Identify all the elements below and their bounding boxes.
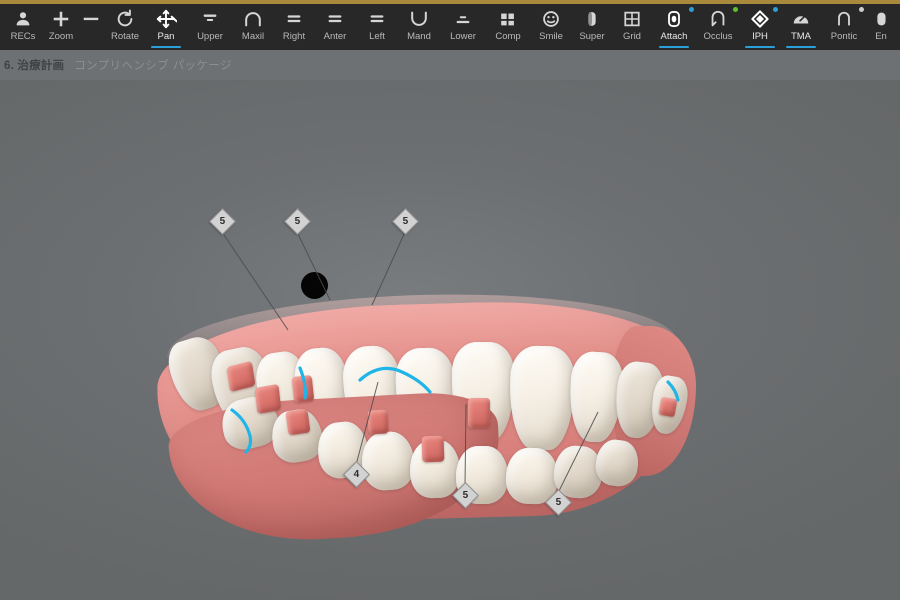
callout-leader-line xyxy=(221,231,289,331)
toolbar-item-label: Mand xyxy=(407,31,431,42)
person-icon xyxy=(10,8,36,30)
callout-leader-lines xyxy=(221,231,599,494)
toolbar-item-zoom[interactable]: Zoom xyxy=(46,4,76,50)
toolbar-item-label: Rotate xyxy=(111,31,139,42)
toolbar-item-lower[interactable]: Lower xyxy=(440,4,486,50)
toolbar-item-comp[interactable]: Comp xyxy=(486,4,530,50)
toolbar-item-label: Smile xyxy=(539,31,563,42)
toolbar-item-label: Maxil xyxy=(241,31,265,42)
anterior-view-icon xyxy=(322,8,348,30)
toolbar-item-label: Pan xyxy=(157,31,175,42)
rotate-icon xyxy=(112,8,138,30)
callout-marker-label: 4 xyxy=(353,468,360,480)
minus-icon xyxy=(78,8,104,30)
lower-arch-icon xyxy=(450,8,476,30)
left-view-icon xyxy=(364,8,390,30)
toolbar-item-label: Pontic xyxy=(830,31,858,42)
toolbar-item-badge xyxy=(773,7,778,12)
toolbar-active-underline xyxy=(745,46,775,48)
toolbar-item-right[interactable]: Right xyxy=(274,4,314,50)
toolbar-item-minus[interactable] xyxy=(76,4,106,50)
callout-marker-label: 5 xyxy=(555,496,562,508)
toolbar-item-label: RECs xyxy=(10,31,36,42)
main-toolbar: RECs Zoom Rotate Pan Upper Maxil Right Anter Lef… xyxy=(0,4,900,50)
toolbar-active-underline xyxy=(659,46,689,48)
callout-leader-line xyxy=(557,411,599,494)
dental-model-scene: 5 5 5 4 5 5 xyxy=(0,80,900,600)
pontic-icon xyxy=(831,8,857,30)
iph-diamond-icon xyxy=(747,8,773,30)
toolbar-item-pontic[interactable]: Pontic xyxy=(822,4,866,50)
compare-grid-icon xyxy=(495,8,521,30)
grid-icon xyxy=(619,8,645,30)
toolbar-item-label: Zoom xyxy=(48,31,74,42)
toolbar-item-label: Left xyxy=(369,31,385,42)
toolbar-item-super[interactable]: Super xyxy=(572,4,612,50)
pan-arrows-icon xyxy=(153,8,179,30)
toolbar-item-badge xyxy=(859,7,864,12)
callout-marker-label: 5 xyxy=(462,489,469,501)
toolbar-item-label: Comp xyxy=(495,31,521,42)
callout-leader-line xyxy=(464,403,467,487)
toolbar-item-badge xyxy=(733,7,738,12)
toolbar-item-badge xyxy=(689,7,694,12)
callout-leader-line xyxy=(296,231,331,301)
toolbar-item-label: Upper xyxy=(197,31,223,42)
toolbar-item-mand[interactable]: Mand xyxy=(398,4,440,50)
toolbar-item-label: Lower xyxy=(450,31,476,42)
toolbar-item-attach[interactable]: Attach xyxy=(652,4,696,50)
model-viewport-3d[interactable]: 5 5 5 4 5 5 xyxy=(0,80,900,600)
toolbar-item-anter[interactable]: Anter xyxy=(314,4,356,50)
callout-marker-label: 5 xyxy=(402,215,409,227)
toolbar-item-tma[interactable]: TMA xyxy=(780,4,822,50)
toolbar-item-grid[interactable]: Grid xyxy=(612,4,652,50)
smile-face-icon xyxy=(538,8,564,30)
occlusion-icon xyxy=(705,8,731,30)
attachment-icon xyxy=(661,8,687,30)
toolbar-item-iph[interactable]: IPH xyxy=(740,4,780,50)
engager-icon xyxy=(868,8,894,30)
callout-leader-line xyxy=(371,231,406,306)
callout-marker-label: 5 xyxy=(294,215,301,227)
application-window: RECs Zoom Rotate Pan Upper Maxil Right Anter Lef… xyxy=(0,0,900,600)
callout-marker-label: 5 xyxy=(219,215,226,227)
superimpose-icon xyxy=(579,8,605,30)
toolbar-item-label: En xyxy=(875,31,887,42)
right-view-icon xyxy=(281,8,307,30)
breadcrumb: 6. 治療計画 コンプリヘンシブ パッケージ xyxy=(0,50,900,80)
toolbar-item-label: IPH xyxy=(752,31,768,42)
toolbar-active-underline xyxy=(151,46,181,48)
toolbar-item-rotate[interactable]: Rotate xyxy=(106,4,144,50)
toolbar-item-maxil[interactable]: Maxil xyxy=(232,4,274,50)
toolbar-item-label: Right xyxy=(282,31,306,42)
toolbar-item-upper[interactable]: Upper xyxy=(188,4,232,50)
toolbar-item-pan[interactable]: Pan xyxy=(144,4,188,50)
tma-gauge-icon xyxy=(788,8,814,30)
toolbar-item-label: Anter xyxy=(323,31,347,42)
toolbar-active-underline xyxy=(786,46,816,48)
toolbar-item-label: Occlus xyxy=(703,31,733,42)
toolbar-item-label: TMA xyxy=(790,31,812,42)
toolbar-item-recs[interactable]: RECs xyxy=(0,4,46,50)
upper-arch-icon xyxy=(197,8,223,30)
breadcrumb-package: コンプリヘンシブ パッケージ xyxy=(74,60,232,72)
plus-icon xyxy=(48,8,74,30)
maxilla-arch-icon xyxy=(240,8,266,30)
toolbar-item-label: Super xyxy=(579,31,605,42)
callout-leader-line xyxy=(355,381,379,466)
toolbar-item-en[interactable]: En xyxy=(866,4,896,50)
mandible-arch-icon xyxy=(406,8,432,30)
toolbar-item-label: Attach xyxy=(660,31,688,42)
toolbar-item-label: Grid xyxy=(623,31,641,42)
breadcrumb-step[interactable]: 6. 治療計画 xyxy=(4,57,64,73)
toolbar-item-smile[interactable]: Smile xyxy=(530,4,572,50)
toolbar-item-left[interactable]: Left xyxy=(356,4,398,50)
toolbar-item-occlus[interactable]: Occlus xyxy=(696,4,740,50)
